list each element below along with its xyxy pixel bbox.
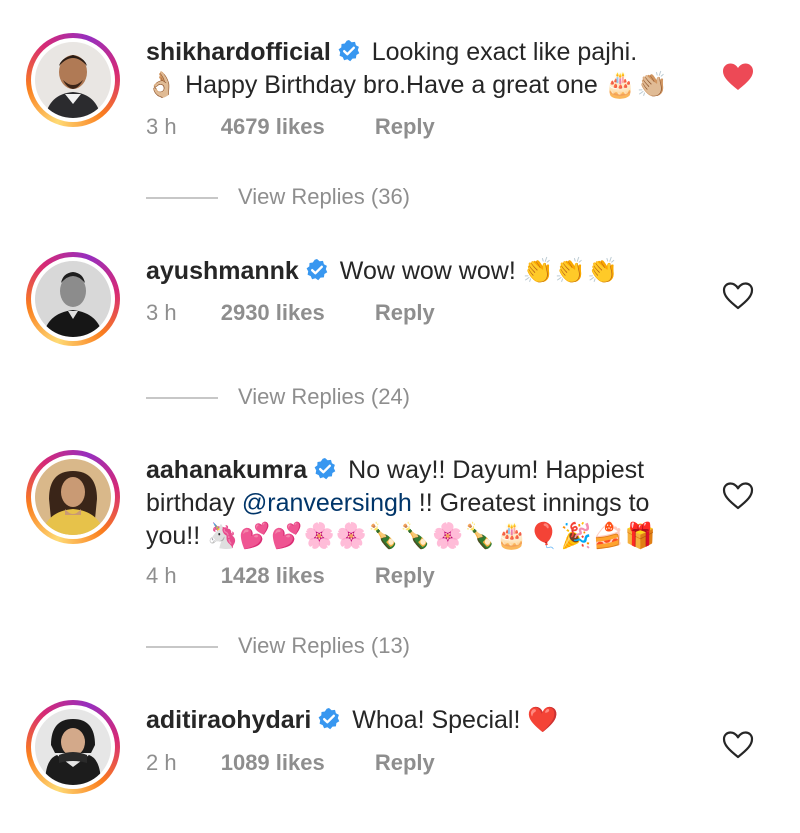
divider-line [146,646,218,649]
comment-body-line: !! Greatest innings to [418,489,650,517]
reply-button[interactable]: Reply [375,563,435,588]
comment-body: Looking exact like pajhi. [371,38,638,66]
reply-button[interactable]: Reply [375,750,435,775]
view-replies-button[interactable]: View Replies (36) [146,184,410,210]
emoji: 🦄💕💕🌸🌸🍾🍾🌸🍾🎂🎈🎉🍰🎁 [207,522,657,550]
avatar[interactable] [26,33,120,127]
avatar-photo [35,261,111,337]
avatar[interactable] [26,450,120,544]
verified-badge-icon [317,707,341,731]
likes-count[interactable]: 1089 likes [221,750,325,775]
emoji: 🎂👏🏼 [604,71,670,99]
mention-link[interactable]: @ranveersingh [242,489,412,517]
comment-body-line: birthday [146,489,235,517]
verified-badge-icon [305,258,329,282]
comment-body: Wow wow wow! [339,257,516,285]
comment-body-line: Happy Birthday bro.Have a great one [185,71,598,99]
username[interactable]: aahanakumra [146,456,307,484]
view-replies-button[interactable]: View Replies (24) [146,384,410,410]
view-replies-label: View Replies (36) [238,184,411,209]
comment-text: shikhardofficial Looking exact like pajh… [146,36,706,102]
timestamp: 3 h [146,300,177,325]
heart-outline-icon[interactable] [722,730,754,760]
divider-line [146,397,218,400]
avatar-border [31,257,115,341]
avatar-photo [35,42,111,118]
timestamp: 4 h [146,563,177,588]
username[interactable]: shikhardofficial [146,38,331,66]
reply-button[interactable]: Reply [375,114,435,139]
comment-text: aditiraohydari Whoa! Special! ❤️ [146,704,706,737]
avatar-border [31,455,115,539]
heart-outline-icon[interactable] [722,281,754,311]
comment-meta: 4 h 1428 likes Reply [146,563,435,589]
divider-line [146,197,218,200]
comment-text: ayushmannk Wow wow wow! 👏👏👏 [146,255,706,288]
emoji: ❤️ [527,706,560,734]
comment-text: aahanakumra No way!! Dayum! Happiest bir… [146,454,706,553]
avatar-photo [35,459,111,535]
emoji: 👌🏼 [146,71,179,99]
comment-meta: 3 h 2930 likes Reply [146,300,435,326]
avatar-border [31,38,115,122]
verified-badge-icon [337,39,361,63]
comment-body: No way!! Dayum! Happiest [348,456,645,484]
likes-count[interactable]: 4679 likes [221,114,325,139]
avatar[interactable] [26,252,120,346]
view-replies-label: View Replies (24) [238,384,411,409]
likes-count[interactable]: 2930 likes [221,300,325,325]
heart-filled-icon[interactable] [722,62,754,92]
heart-outline-icon[interactable] [722,481,754,511]
view-replies-label: View Replies (13) [238,633,411,658]
view-replies-button[interactable]: View Replies (13) [146,633,410,659]
emoji: 👏👏👏 [522,257,620,285]
username[interactable]: aditiraohydari [146,706,311,734]
reply-button[interactable]: Reply [375,300,435,325]
comment-body: Whoa! Special! [352,706,521,734]
timestamp: 2 h [146,750,177,775]
avatar[interactable] [26,700,120,794]
username[interactable]: ayushmannk [146,257,299,285]
avatar-border [31,705,115,789]
verified-badge-icon [313,457,337,481]
timestamp: 3 h [146,114,177,139]
comment-body-line: you!! [146,522,201,550]
avatar-photo [35,709,111,785]
comment-meta: 3 h 4679 likes Reply [146,114,435,140]
comment-meta: 2 h 1089 likes Reply [146,750,435,776]
likes-count[interactable]: 1428 likes [221,563,325,588]
